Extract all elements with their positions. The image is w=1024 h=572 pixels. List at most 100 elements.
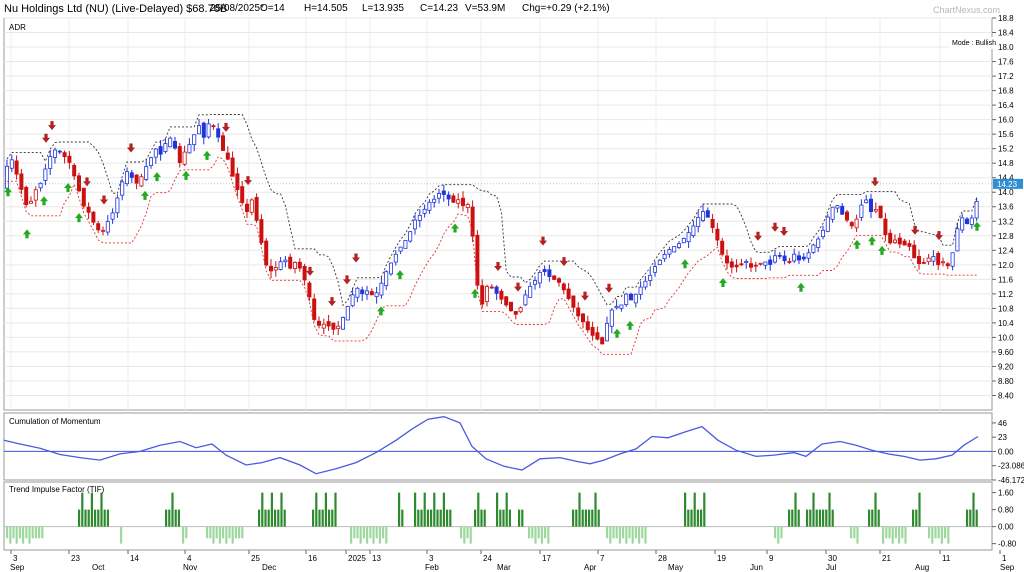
- candle-body: [81, 187, 86, 207]
- candle-body: [240, 186, 245, 203]
- candle-body: [57, 150, 62, 153]
- candle-body: [115, 197, 120, 214]
- candle-body: [883, 218, 888, 236]
- tif-bar-negative: [369, 526, 372, 539]
- candle-body: [830, 206, 835, 220]
- price-tick-label: 16.4: [998, 101, 1014, 110]
- candle-body: [225, 152, 230, 160]
- tif-bar-negative: [612, 526, 615, 539]
- tif-bar-positive: [794, 492, 797, 527]
- candle-body: [955, 228, 960, 252]
- x-tick-label: 28: [658, 554, 667, 563]
- x-month-label: Oct: [92, 563, 105, 572]
- x-month-label: May: [668, 563, 683, 572]
- candle-body: [619, 304, 624, 309]
- x-tick-label: 1: [1002, 554, 1007, 563]
- tif-bar-positive: [788, 509, 791, 527]
- candle-body: [268, 265, 273, 272]
- candle-body: [273, 267, 278, 271]
- tif-bar-positive: [496, 492, 499, 527]
- candle-body: [672, 246, 677, 253]
- tif-bar-negative: [350, 526, 353, 544]
- tif-tick-label: 0.00: [998, 523, 1014, 532]
- tif-bar-negative: [359, 526, 362, 544]
- candle-body: [321, 323, 326, 329]
- price-tick-label: 17.6: [998, 58, 1014, 67]
- tif-bar-negative: [891, 526, 894, 544]
- tif-bar-negative: [888, 526, 891, 539]
- candle-body: [86, 206, 91, 213]
- price-tick-label: 15.2: [998, 145, 1014, 154]
- tif-tick-label: 0.80: [998, 506, 1014, 515]
- tif-bar-positive: [474, 509, 477, 527]
- tif-bar-positive: [696, 509, 699, 527]
- price-tick-label: 10.4: [998, 319, 1014, 328]
- candle-body: [518, 307, 523, 313]
- candle-body: [345, 306, 350, 321]
- tif-bar-positive: [877, 509, 880, 527]
- tif-bar-negative: [469, 526, 472, 544]
- tif-bar-positive: [315, 492, 318, 527]
- candle-body: [715, 228, 720, 241]
- candle-body: [768, 259, 773, 265]
- tif-bar-positive: [442, 492, 445, 527]
- tif-bar-negative: [34, 526, 37, 539]
- tif-bar-negative: [25, 526, 28, 539]
- tif-bar-negative: [534, 526, 537, 544]
- candle-body: [926, 257, 931, 263]
- tif-bar-positive: [812, 492, 815, 527]
- tif-bar-negative: [206, 526, 209, 539]
- tif-bar-negative: [606, 526, 609, 539]
- candle-body: [624, 293, 629, 305]
- candle-body: [557, 278, 562, 283]
- candle-body: [62, 152, 67, 158]
- candle-body: [422, 208, 427, 214]
- tif-bar-positive: [499, 509, 502, 527]
- candle-body: [504, 296, 509, 306]
- candle-body: [931, 256, 936, 262]
- price-tick-label: 11.2: [998, 290, 1014, 299]
- candle-body: [912, 244, 917, 259]
- candle-body: [763, 261, 768, 266]
- candle-body: [379, 282, 384, 296]
- candle-body: [965, 218, 970, 225]
- x-tick-label: 21: [882, 554, 891, 563]
- tif-bar-positive: [106, 509, 109, 527]
- momentum-tick-label: 23: [998, 433, 1007, 442]
- x-month-label: Mar: [497, 563, 511, 572]
- tif-bar-positive: [283, 509, 286, 527]
- tif-bar-negative: [853, 526, 856, 539]
- candle-body: [576, 307, 581, 317]
- tif-bar-negative: [937, 526, 940, 539]
- candle-body: [648, 274, 653, 281]
- candle-body: [393, 253, 398, 263]
- candle-body: [489, 286, 494, 289]
- price-tick-label: 15.6: [998, 130, 1014, 139]
- tif-bar-negative: [537, 526, 540, 539]
- candle-body: [835, 205, 840, 209]
- candle-body: [864, 199, 869, 204]
- candle-body: [797, 255, 802, 261]
- candle-body: [734, 264, 739, 268]
- tif-bar-positive: [584, 509, 587, 527]
- tif-bar-positive: [177, 509, 180, 527]
- x-tick-label: 30: [828, 554, 837, 563]
- tif-bar-negative: [460, 526, 463, 539]
- candle-body: [220, 135, 225, 151]
- candle-body: [681, 238, 686, 244]
- candle-body: [528, 285, 533, 298]
- tif-bar-positive: [822, 509, 825, 527]
- tif-panel-label: Trend Impulse Factor (TIF): [9, 485, 105, 494]
- tif-bar-negative: [356, 526, 359, 539]
- candle-body: [859, 204, 864, 218]
- tif-bar-positive: [818, 509, 821, 527]
- tif-bar-negative: [6, 526, 9, 539]
- candle-body: [849, 222, 854, 227]
- candle-body: [446, 194, 451, 200]
- price-tick-label: 13.6: [998, 203, 1014, 212]
- chart-canvas[interactable]: 18.8 18.4 18.0 17.6 17.2 16.8 16.4 16.0 15.6 15.2…: [0, 0, 1024, 572]
- tif-bar-negative: [885, 526, 888, 539]
- candle-body: [110, 212, 115, 220]
- tif-bar-negative: [28, 526, 31, 544]
- candle-body: [125, 171, 130, 184]
